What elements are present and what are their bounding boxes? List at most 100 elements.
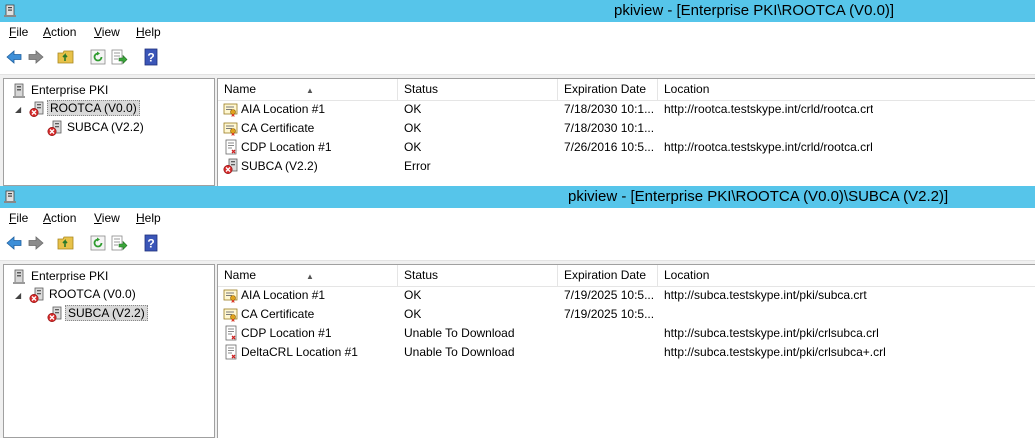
back-arrow-button[interactable] xyxy=(5,48,23,66)
tree-node-label: Enterprise PKI xyxy=(31,269,109,283)
cell-name: AIA Location #1 xyxy=(241,102,326,116)
ca-error-icon xyxy=(29,287,45,303)
window-title: pkiview - [Enterprise PKI\ROOTCA (V0.0)] xyxy=(614,2,895,19)
forward-arrow-icon xyxy=(27,48,45,66)
forward-arrow-button[interactable] xyxy=(27,234,45,252)
refresh-icon xyxy=(89,234,107,252)
tree-expander[interactable]: ◢ xyxy=(15,291,23,300)
cert-location-icon xyxy=(223,101,239,117)
cert-location-icon xyxy=(223,120,239,136)
cell-location: http://rootca.testskype.int/crld/rootca.… xyxy=(664,140,873,154)
column-header-status[interactable]: Status xyxy=(398,79,558,100)
column-header-location[interactable]: Location xyxy=(658,265,1035,286)
cell-name: SUBCA (V2.2) xyxy=(241,159,318,173)
help-button[interactable]: ? xyxy=(142,48,160,66)
menu-action[interactable]: Action xyxy=(43,211,76,225)
menu-accelerator: V xyxy=(94,25,102,39)
cell-location: http://rootca.testskype.int/crld/rootca.… xyxy=(664,102,874,116)
cell-name: CA Certificate xyxy=(241,121,315,135)
menu-bar: File Action View Help xyxy=(0,22,1035,42)
crl-icon xyxy=(223,344,239,360)
menu-bar: File Action View Help xyxy=(0,208,1035,228)
pki-root-icon xyxy=(11,269,27,285)
list-row[interactable]: DeltaCRL Location #1 Unable To Download ht… xyxy=(218,343,1035,362)
cell-expiration: 7/26/2016 10:5... xyxy=(564,140,655,154)
cell-name: AIA Location #1 xyxy=(241,288,326,302)
help-icon: ? xyxy=(142,234,160,252)
up-folder-icon xyxy=(57,234,75,252)
column-header-status[interactable]: Status xyxy=(398,265,558,286)
results-list[interactable]: Name ▲ Status Expiration Date Location AIA Lo… xyxy=(217,78,1035,186)
column-header-label: Location xyxy=(664,82,710,96)
title-bar[interactable]: pkiview - [Enterprise PKI\ROOTCA (V0.0)\… xyxy=(0,186,1035,208)
window-title: pkiview - [Enterprise PKI\ROOTCA (V0.0)\… xyxy=(568,188,949,205)
up-folder-icon xyxy=(57,48,75,66)
menu-view[interactable]: View xyxy=(94,211,120,225)
ca-error-icon xyxy=(47,306,63,322)
up-folder-button[interactable] xyxy=(57,48,75,66)
column-header-name[interactable]: Name ▲ xyxy=(218,265,398,286)
results-list[interactable]: Name ▲ Status Expiration Date Location AIA Lo… xyxy=(217,264,1035,438)
export-list-button[interactable] xyxy=(110,234,128,252)
cell-expiration: 7/18/2030 10:1... xyxy=(564,102,655,116)
column-header-expiration-date[interactable]: Expiration Date xyxy=(558,79,658,100)
column-header-label: Name xyxy=(224,82,257,96)
column-header-location[interactable]: Location xyxy=(658,79,1035,100)
menu-view[interactable]: View xyxy=(94,25,120,39)
list-row[interactable]: AIA Location #1 OK 7/19/2025 10:5... http:/… xyxy=(218,286,1035,305)
menu-accelerator: A xyxy=(43,211,52,225)
ca-error-icon xyxy=(223,158,239,174)
column-header-label: Expiration Date xyxy=(564,82,647,96)
menu-help[interactable]: Help xyxy=(136,25,161,39)
column-header-label: Expiration Date xyxy=(564,268,647,282)
back-arrow-icon xyxy=(5,48,23,66)
help-button[interactable]: ? xyxy=(142,234,160,252)
toolbar: ? xyxy=(0,228,1035,261)
refresh-button[interactable] xyxy=(89,48,107,66)
column-header-name[interactable]: Name ▲ xyxy=(218,79,398,100)
list-row[interactable]: CA Certificate OK 7/19/2025 10:5... xyxy=(218,305,1035,324)
refresh-button[interactable] xyxy=(89,234,107,252)
help-icon: ? xyxy=(142,48,160,66)
export-list-button[interactable] xyxy=(110,48,128,66)
menu-help[interactable]: Help xyxy=(136,211,161,225)
list-row[interactable]: CDP Location #1 Unable To Download http://… xyxy=(218,324,1035,343)
menu-label: iew xyxy=(101,25,120,39)
console-tree[interactable]: Enterprise PKI ◢ ROOTCA (V0.0) SUBCA (V2.2) xyxy=(3,264,215,438)
menu-accelerator: A xyxy=(43,25,52,39)
list-row[interactable]: SUBCA (V2.2) Error xyxy=(218,157,1035,176)
back-arrow-button[interactable] xyxy=(5,234,23,252)
menu-file[interactable]: File xyxy=(9,211,28,225)
column-header-label: Status xyxy=(404,268,439,282)
menu-label: ile xyxy=(16,25,29,39)
cell-name: DeltaCRL Location #1 xyxy=(241,345,358,359)
cell-status: OK xyxy=(404,307,422,321)
pki-root-icon xyxy=(11,83,27,99)
list-row[interactable]: AIA Location #1 OK 7/18/2030 10:1... http:/… xyxy=(218,100,1035,119)
forward-arrow-button[interactable] xyxy=(27,48,45,66)
app-system-icon[interactable] xyxy=(4,190,16,203)
menu-label: elp xyxy=(144,25,161,39)
back-arrow-icon xyxy=(5,234,23,252)
tree-expander[interactable]: ◢ xyxy=(15,105,23,114)
cell-location: http://subca.testskype.int/pki/crlsubca+… xyxy=(664,345,886,359)
forward-arrow-icon xyxy=(27,234,45,252)
menu-action[interactable]: Action xyxy=(43,25,76,39)
cell-location: http://subca.testskype.int/pki/crlsubca.… xyxy=(664,326,879,340)
cert-location-icon xyxy=(223,306,239,322)
title-bar[interactable]: pkiview - [Enterprise PKI\ROOTCA (V0.0)] xyxy=(0,0,1035,22)
tree-node-label: Enterprise PKI xyxy=(31,83,109,97)
list-row[interactable]: CDP Location #1 OK 7/26/2016 10:5... http:/… xyxy=(218,138,1035,157)
tree-node-label: ROOTCA (V0.0) xyxy=(47,100,140,116)
column-header-expiration-date[interactable]: Expiration Date xyxy=(558,265,658,286)
cell-status: Error xyxy=(404,159,431,173)
app-system-icon[interactable] xyxy=(4,4,16,17)
refresh-icon xyxy=(89,48,107,66)
menu-label: elp xyxy=(144,211,161,225)
console-tree[interactable]: Enterprise PKI ◢ ROOTCA (V0.0) SUBCA (V2.2) xyxy=(3,78,215,186)
column-header-label: Status xyxy=(404,82,439,96)
menu-file[interactable]: File xyxy=(9,25,28,39)
cell-status: OK xyxy=(404,140,422,154)
list-row[interactable]: CA Certificate OK 7/18/2030 10:1... xyxy=(218,119,1035,138)
up-folder-button[interactable] xyxy=(57,234,75,252)
